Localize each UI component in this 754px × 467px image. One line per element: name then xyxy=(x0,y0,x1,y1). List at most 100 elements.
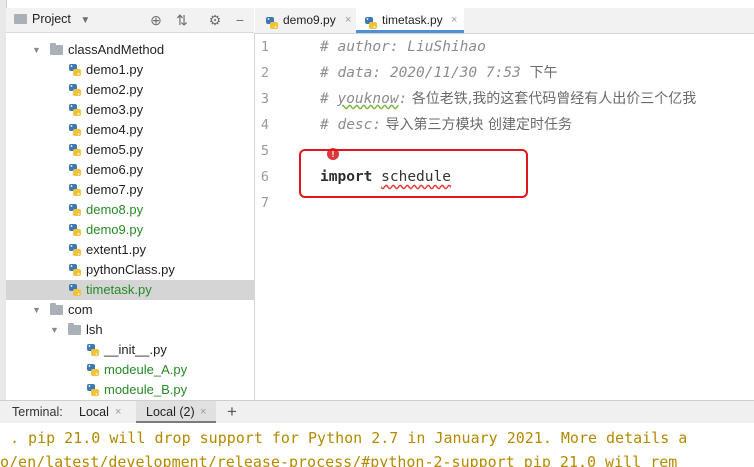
collapse-all-icon[interactable]: ⇅ xyxy=(172,10,192,30)
tree-file[interactable]: demo3.py xyxy=(6,100,254,120)
python-file-icon xyxy=(86,383,100,397)
chevron-down-icon[interactable]: ▼ xyxy=(32,300,42,320)
tree-item-label: demo1.py xyxy=(86,62,144,77)
code-line-3: # youknow: 各位老铁,我的这套代码曾经有人出价三个亿我 xyxy=(320,86,696,112)
comment-key: # author: xyxy=(320,39,399,55)
python-file-icon xyxy=(86,343,100,357)
tree-file[interactable]: extent1.py xyxy=(6,240,254,260)
tree-folder[interactable]: ▼ lsh xyxy=(6,320,254,340)
python-file-icon xyxy=(68,263,82,277)
tree-file[interactable]: __init__.py xyxy=(6,340,254,360)
tree-item-label: modeule_B.py xyxy=(104,382,188,397)
line-number-gutter: 1 2 3 4 5 6 7 xyxy=(255,34,319,400)
line-number: 7 xyxy=(260,195,269,211)
locate-file-icon[interactable]: ⊕ xyxy=(146,10,166,30)
terminal-tab-local-2[interactable]: Local (2) × xyxy=(136,401,216,423)
tab-label: timetask.py xyxy=(382,13,443,27)
tree-file[interactable]: demo9.py xyxy=(6,220,254,240)
terminal-line: o/en/latest/development/release-process/… xyxy=(0,453,678,467)
terminal-output[interactable]: . pip 21.0 will drop support for Python … xyxy=(0,423,754,467)
code-line-2: # data: 2020/11/30 7:53 下午 xyxy=(320,60,558,86)
python-file-icon xyxy=(68,163,82,177)
comment-colon: : xyxy=(398,91,408,107)
code-line-4: # desc: 导入第三方模块 创建定时任务 xyxy=(320,112,572,138)
python-file-icon xyxy=(68,243,82,257)
comment-value: 2020/11/30 7:53 xyxy=(381,65,530,81)
editor-tab-bar: demo9.py × timetask.py × xyxy=(255,8,754,34)
tree-item-label: extent1.py xyxy=(86,242,146,257)
tree-folder[interactable]: ▼ com xyxy=(6,300,254,320)
folder-icon xyxy=(68,323,81,335)
project-panel-header: Project ▼ ⊕ ⇅ ⚙ − xyxy=(6,8,254,33)
python-file-icon xyxy=(86,363,100,377)
tree-item-label: classAndMethod xyxy=(68,42,165,57)
tree-file[interactable]: modeule_A.py xyxy=(6,360,254,380)
new-terminal-icon[interactable]: + xyxy=(227,401,237,423)
hide-panel-icon[interactable]: − xyxy=(230,10,250,30)
tree-item-label: timetask.py xyxy=(86,282,152,297)
project-title: Project xyxy=(32,12,71,26)
project-view-selector[interactable]: Project ▼ xyxy=(14,12,90,26)
spelling-word: youknow xyxy=(337,91,399,107)
python-file-icon xyxy=(68,183,82,197)
chevron-down-icon: ▼ xyxy=(80,15,91,26)
tree-file[interactable]: demo8.py xyxy=(6,200,254,220)
close-icon[interactable]: × xyxy=(451,8,457,33)
terminal-header: Terminal: Local × Local (2) × + xyxy=(0,400,754,424)
line-number: 1 xyxy=(260,39,269,55)
tree-file[interactable]: demo6.py xyxy=(6,160,254,180)
comment-value: LiuShihao xyxy=(398,39,486,55)
tree-item-label: demo7.py xyxy=(86,182,144,197)
tree-item-label: demo4.py xyxy=(86,122,144,137)
comment-key: # data: xyxy=(320,65,382,81)
python-file-icon xyxy=(68,203,82,217)
comment-cjk: 各位老铁,我的这套代码曾经有人出价三个亿我 xyxy=(407,91,697,107)
tree-item-label: __init__.py xyxy=(104,342,167,357)
code-editor[interactable]: # author: LiuShihao # data: 2020/11/30 7… xyxy=(305,34,754,400)
tab-label: demo9.py xyxy=(283,13,336,27)
terminal-line: . pip 21.0 will drop support for Python … xyxy=(10,429,688,447)
tree-item-label: demo6.py xyxy=(86,162,144,177)
tree-file[interactable]: demo2.py xyxy=(6,80,254,100)
python-file-icon xyxy=(265,14,279,29)
gear-icon[interactable]: ⚙ xyxy=(205,10,225,30)
tab-timetask[interactable]: timetask.py × xyxy=(356,8,464,33)
comment-cjk: 导入第三方模块 创建定时任务 xyxy=(381,117,573,133)
chevron-down-icon[interactable]: ▼ xyxy=(50,320,60,340)
close-icon[interactable]: × xyxy=(345,8,351,33)
tree-file[interactable]: timetask.py xyxy=(6,280,254,300)
tree-file[interactable]: demo1.py xyxy=(6,60,254,80)
tree-item-label: lsh xyxy=(86,322,103,337)
python-file-icon xyxy=(68,103,82,117)
tree-item-label: demo2.py xyxy=(86,82,144,97)
line-number: 5 xyxy=(260,143,269,159)
tree-item-label: com xyxy=(68,302,93,317)
close-icon[interactable]: × xyxy=(200,401,206,423)
comment-key: # xyxy=(320,91,338,107)
python-file-icon xyxy=(68,123,82,137)
tree-item-label: demo3.py xyxy=(86,102,144,117)
terminal-tab-label: Local xyxy=(79,405,109,419)
tree-file[interactable]: demo7.py xyxy=(6,180,254,200)
line-number: 4 xyxy=(260,117,269,133)
tab-demo9[interactable]: demo9.py × xyxy=(255,8,355,33)
terminal-label: Terminal: xyxy=(12,405,63,419)
tree-item-label: demo9.py xyxy=(86,222,144,237)
line-number: 3 xyxy=(260,91,269,107)
folder-icon xyxy=(50,43,63,55)
python-file-icon xyxy=(68,283,82,297)
close-icon[interactable]: × xyxy=(115,401,121,423)
tree-file[interactable]: modeule_B.py xyxy=(6,380,254,400)
tree-file[interactable]: demo4.py xyxy=(6,120,254,140)
tree-file[interactable]: demo5.py xyxy=(6,140,254,160)
tree-folder[interactable]: ▼ classAndMethod xyxy=(6,40,254,60)
folder-icon xyxy=(14,14,27,24)
project-tree: ▼ classAndMethod demo1.py demo2.py demo3.py d… xyxy=(6,33,255,400)
line-number: 2 xyxy=(260,65,269,81)
folder-icon xyxy=(50,303,63,315)
chevron-down-icon[interactable]: ▼ xyxy=(32,40,42,60)
tree-file[interactable]: pythonClass.py xyxy=(6,260,254,280)
tree-item-label: modeule_A.py xyxy=(104,362,188,377)
terminal-tab-local[interactable]: Local × xyxy=(72,401,132,423)
python-file-icon xyxy=(68,83,82,97)
